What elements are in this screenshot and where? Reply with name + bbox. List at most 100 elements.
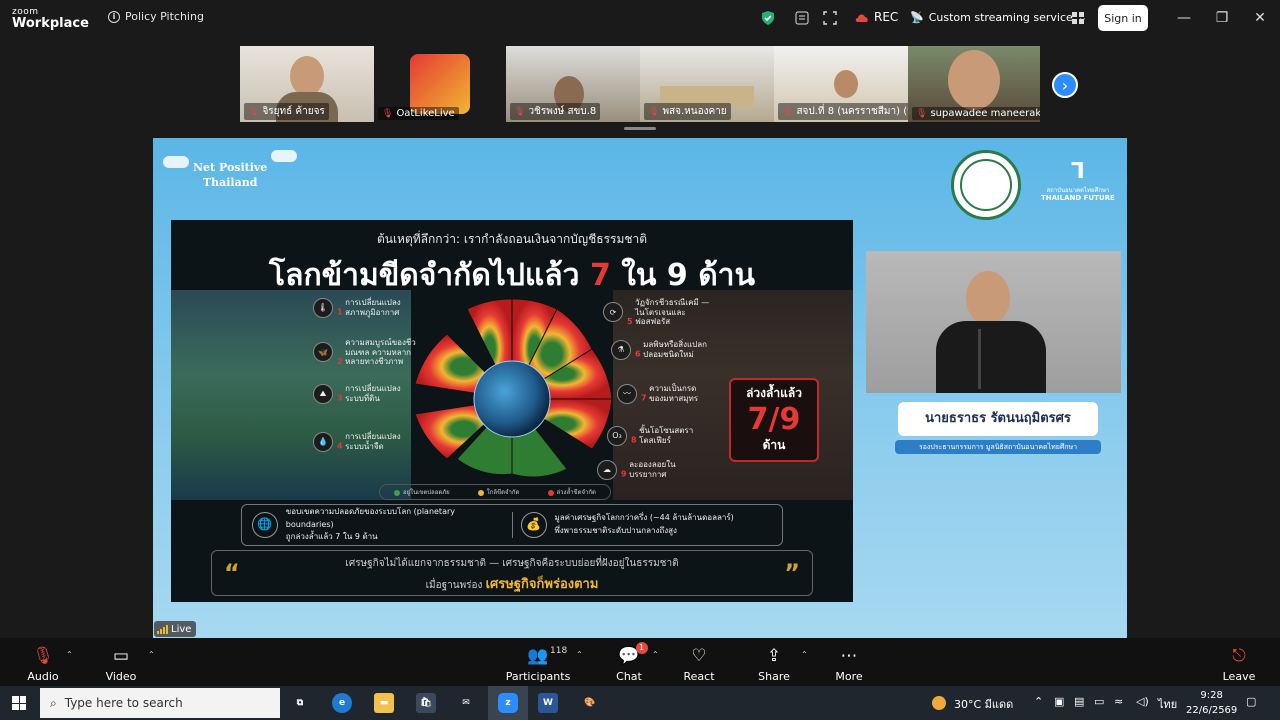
boundary-item: ☁ 9 ละอองลอยในบรรยากาศ — [597, 460, 685, 480]
callout-top: ล่วงล้ำแล้ว — [746, 386, 802, 400]
participant-face — [948, 50, 1000, 110]
sign-in-button[interactable]: Sign in — [1098, 5, 1148, 31]
store-icon[interactable]: 🛍 — [416, 693, 436, 713]
streaming-menu[interactable]: 📡 Custom streaming service ⌄ — [910, 11, 1087, 24]
share-screen-icon: ⇪ — [766, 646, 782, 666]
speaker-role: รองประธานกรรมการ มูลนิธิสถาบันอนาคตไทยศึ… — [895, 440, 1101, 454]
video-button[interactable]: ▭ Video — [86, 644, 156, 683]
coins-icon: 💰 — [520, 512, 547, 538]
file-explorer-icon[interactable]: ▬ — [374, 693, 394, 713]
zoom-app-icon[interactable]: z — [498, 693, 518, 713]
live-label: Live — [171, 623, 192, 635]
participant-name: 🎙สจป.ที่ 8 (นครราชสีมา) (น... — [778, 103, 908, 120]
boundary-item: O₃ 8 ชั้นโอโซนสตราโตสเฟียร์ — [607, 426, 699, 446]
broadcast-icon: 📡 — [910, 11, 924, 24]
word-icon[interactable]: W — [538, 693, 558, 713]
participant-tile[interactable]: 🎙 จิรยุทธ์ ค้ายจร — [240, 46, 374, 122]
share-options-caret[interactable]: ⌃ — [801, 650, 808, 659]
chat-options-caret[interactable]: ⌃ — [652, 650, 659, 659]
quote-line-1: เศรษฐกิจไม่ได้แยกจากธรรมชาติ — เศรษฐกิจค… — [345, 558, 679, 569]
butterfly-icon: 🦋 — [313, 342, 333, 363]
slide-kicker: ต้นเหตุที่ลึกกว่า: เรากำลังถอนเงินจากบัญ… — [376, 232, 648, 246]
gallery-resize-handle[interactable] — [624, 127, 656, 130]
battery-icon[interactable]: ▭ — [1094, 695, 1104, 708]
leave-label: Leave — [1222, 670, 1256, 683]
speaker-nameplate: นายธราธร รัตนนฤมิตรศร — [898, 402, 1098, 436]
participant-name-text: OatLikeLive — [396, 108, 455, 119]
share-button[interactable]: ⇪ Share — [739, 644, 809, 683]
mic-muted-icon: 🎙 — [916, 108, 928, 119]
participant-name-text: พสจ.หนองคาย — [662, 106, 727, 117]
weather-text[interactable]: 30°C มีแดด — [954, 695, 1013, 713]
tff-line-1: สถาบันอนาคตไทยศึกษา — [1046, 186, 1110, 194]
chat-badge: 1 — [635, 642, 648, 654]
notes-icon[interactable] — [794, 10, 810, 26]
participant-gallery: 🎙 จิรยุทธ์ ค้ายจร 🎙 OatLikeLive 🎙 วชิรพงษ์ … — [0, 46, 1280, 122]
title-part-1: โลกข้ามขีดจำกัดไปแล้ว — [268, 258, 580, 293]
slide-quote: “ ” เศรษฐกิจไม่ได้แยกจากธรรมชาติ — เศรษฐ… — [211, 550, 813, 596]
boundary-item: ⚗ 6 มลพิษหรือสิ่งแปลกปลอมชนิดใหม่ — [611, 340, 713, 360]
mic-muted-icon: 🎙 — [648, 106, 660, 117]
weather-sun-icon — [932, 696, 946, 710]
meeting-info[interactable]: i Policy Pitching — [108, 10, 204, 23]
tray-expand-icon[interactable]: ⌃ — [1034, 695, 1043, 708]
search-icon: ⌕ — [50, 695, 57, 710]
participant-face — [290, 56, 324, 96]
participants-button[interactable]: 👥 118 Participants — [502, 644, 574, 683]
shield-icon[interactable] — [760, 10, 776, 26]
participants-options-caret[interactable]: ⌃ — [576, 650, 583, 659]
notifications-icon[interactable]: ▢ — [1246, 695, 1256, 708]
mail-icon[interactable]: ✉ — [456, 693, 476, 713]
legend-item: ล่วงล้ำขีดจำกัด — [547, 487, 596, 497]
tray-monitor-icon[interactable]: ▤ — [1074, 695, 1084, 708]
system-clock[interactable]: 9:28 22/6/2569 — [1186, 689, 1237, 718]
signal-icon — [157, 624, 168, 634]
search-placeholder: Type here to search — [64, 696, 183, 710]
camera-icon: ▭ — [112, 646, 130, 666]
mic-muted-icon: 🎙 — [382, 108, 394, 119]
participant-tile[interactable]: 🎙 OatLikeLive — [374, 46, 506, 122]
recording-indicator[interactable]: REC — [854, 10, 898, 24]
planetary-boundaries-chart — [414, 298, 613, 478]
video-options-caret[interactable]: ⌃ — [148, 650, 155, 659]
participant-tile[interactable]: 🎙 วชิรพงษ์ สขบ.8 — [506, 46, 640, 122]
windows-start-icon[interactable] — [12, 696, 26, 710]
volume-icon[interactable]: ◁) — [1136, 695, 1149, 708]
more-button[interactable]: ⋯ More — [814, 644, 884, 683]
open-quote-mark: “ — [224, 559, 240, 587]
mic-muted-icon: 🎙 — [248, 106, 260, 117]
cloud-decoration — [271, 150, 297, 162]
participant-tile[interactable]: 🎙 พสจ.หนองคาย — [640, 46, 774, 122]
info-left-line-2: ถูกล่วงล้ำแล้ว 7 ใน 9 ด้าน — [285, 532, 378, 542]
tff-mark: ᒣ — [1070, 159, 1085, 184]
wifi-icon[interactable]: ≈ — [1114, 695, 1123, 708]
audio-options-caret[interactable]: ⌃ — [66, 650, 73, 659]
minimize-button[interactable]: — — [1174, 10, 1194, 26]
language-indicator[interactable]: ไทย — [1158, 695, 1177, 713]
foundation-seal — [951, 150, 1021, 220]
edge-icon[interactable]: e — [332, 693, 352, 713]
tray-app-icon[interactable]: ▣ — [1054, 695, 1064, 708]
title-part-2: ใน 9 ด้าน — [621, 258, 756, 293]
gallery-next-button[interactable]: › — [1052, 72, 1078, 98]
live-indicator[interactable]: Live — [154, 621, 196, 637]
more-label: More — [835, 670, 863, 683]
boundary-item: 〰 7 ความเป็นกรดของมหาสมุทร — [617, 384, 709, 404]
mountain-icon: ⛰ — [313, 384, 333, 404]
speaker-video — [866, 251, 1121, 393]
paint-icon[interactable]: 🎨 — [580, 693, 600, 713]
participant-tile[interactable]: 🎙สจป.ที่ 8 (นครราชสีมา) (น... — [774, 46, 908, 122]
meeting-toolbar: 🎙 Audio ⌃ ▭ Video ⌃ 👥 118 Participants ⌃… — [0, 638, 1280, 686]
apps-grid-icon[interactable] — [1070, 10, 1086, 26]
boundary-item: ⛰ 3 การเปลี่ยนแปลงระบบที่ดิน — [313, 384, 405, 404]
leave-button[interactable]: ⎋ Leave — [1204, 644, 1274, 683]
participant-tile[interactable]: 🎙 supawadee maneerak — [908, 46, 1040, 122]
react-button[interactable]: ♡ React — [664, 644, 734, 683]
participants-count: 118 — [550, 646, 568, 656]
close-button[interactable]: ✕ — [1250, 10, 1270, 26]
callout-number: 7/9 — [747, 402, 801, 437]
taskbar-search[interactable]: ⌕ Type here to search — [40, 688, 280, 718]
focus-icon[interactable] — [822, 10, 838, 26]
task-view-icon[interactable]: ⧉ — [290, 693, 310, 713]
restore-button[interactable]: ❐ — [1212, 10, 1232, 26]
